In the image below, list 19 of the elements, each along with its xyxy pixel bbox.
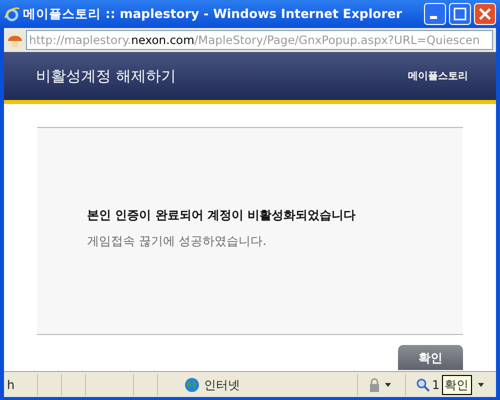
zone-label: 인터넷 <box>204 376 240 394</box>
zoom-icon[interactable] <box>416 378 430 392</box>
tooltip: 확인 <box>442 374 472 394</box>
maximize-button[interactable] <box>449 3 471 25</box>
logo: 메이플스토리 <box>408 70 468 84</box>
window-title: 메이플스토리 :: maplestory - Windows Internet Explorer <box>23 4 404 23</box>
status-text: h <box>7 376 15 394</box>
message-detail: 게임접속 끊기에 성공하였습니다. <box>87 233 268 250</box>
minimize-button[interactable] <box>424 3 446 25</box>
caret-icon[interactable] <box>385 382 391 386</box>
browser-logo-icon <box>4 6 20 22</box>
confirm-button[interactable]: 확인 <box>398 345 463 370</box>
close-button[interactable] <box>474 3 496 25</box>
zoom-level: 1 <box>432 376 440 394</box>
caret-icon[interactable] <box>478 382 484 386</box>
address-field[interactable]: http://maplestory.nexon.com/MapleStory/Page/GnxPopup.aspx?URL=Quiescen <box>26 30 493 50</box>
message-headline: 본인 인증이 완료되어 계정이 비활성화되었습니다 <box>87 207 357 224</box>
page-title: 비활성계정 해제하기 <box>36 66 176 87</box>
globe-icon <box>184 376 200 392</box>
